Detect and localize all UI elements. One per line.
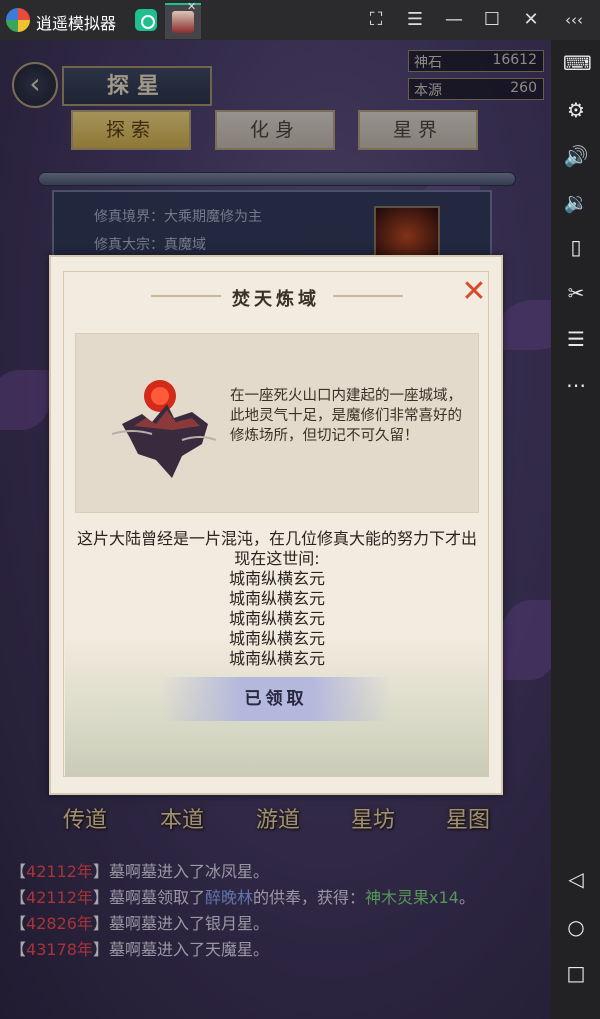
close-window-icon[interactable]: ✕	[519, 8, 543, 32]
home-icon[interactable]: ○	[563, 914, 589, 940]
list-icon[interactable]: ☰	[563, 326, 589, 352]
home-tab-icon[interactable]	[135, 9, 157, 31]
game-screen: ‹ 探星 神石 16612 本源 260 探索 化身 星界 修真境界：大乘期魔修…	[0, 40, 551, 1019]
emulator-sidebar: ⌨ ⚙ 🔊 🔉 ▯ ✂ ☰ ⋯ ◁ ○ □	[551, 40, 600, 1019]
keyboard-icon[interactable]: ⌨	[563, 50, 592, 76]
rotate-icon[interactable]: ▯	[563, 234, 589, 260]
volume-down-icon[interactable]: 🔉	[563, 189, 589, 215]
more-icon[interactable]: ⋯	[563, 372, 589, 398]
back-icon[interactable]: ◁	[563, 866, 589, 892]
modal-title: 焚天炼域	[232, 289, 320, 310]
reward-item: 城南纵横玄元	[228, 609, 325, 628]
tab-close-icon[interactable]: ✕	[187, 0, 196, 13]
menu-icon[interactable]: ☰	[403, 8, 427, 32]
description-box: 在一座死火山口内建起的一座城域，此地灵气十足，是魔修们非常喜好的修炼场所，但切记…	[75, 333, 479, 513]
volume-up-icon[interactable]: 🔊	[563, 143, 589, 169]
reward-item: 城南纵横玄元	[228, 589, 325, 608]
settings-icon[interactable]: ⚙	[563, 97, 589, 123]
maximize-icon[interactable]: ☐	[480, 8, 504, 32]
emulator-app-name: 逍遥模拟器	[36, 14, 117, 33]
reward-item: 城南纵横玄元	[228, 569, 325, 588]
claimed-button[interactable]: 已领取	[161, 677, 391, 721]
location-modal: 焚天炼域 ✕ 在一座死火山口内建起的一座城域，此地灵气十足，是魔修们非常喜好的修…	[49, 255, 503, 795]
collapse-sidebar-icon[interactable]: ‹‹‹	[562, 8, 586, 32]
screenshot-icon[interactable]: ⛶	[364, 8, 388, 32]
reward-item: 城南纵横玄元	[228, 629, 325, 648]
story-intro: 这片大陆曾经是一片混沌，在几位修真大能的努力下才出现在这世间:	[76, 529, 477, 568]
emulator-titlebar: 逍遥模拟器 ✕ ⛶ ☰ — ☐ ✕ ‹‹‹	[0, 0, 600, 40]
recents-icon[interactable]: □	[563, 960, 589, 986]
location-description: 在一座死火山口内建起的一座城域，此地灵气十足，是魔修们非常喜好的修炼场所，但切记…	[230, 388, 462, 444]
volcano-city-icon	[112, 380, 217, 478]
story-text-block: 这片大陆曾经是一片混沌，在几位修真大能的努力下才出现在这世间: 城南纵横玄元 城…	[75, 529, 479, 669]
minimize-icon[interactable]: —	[442, 8, 466, 32]
game-thumbnail-icon	[172, 11, 194, 33]
close-icon[interactable]: ✕	[459, 277, 489, 307]
scissors-icon[interactable]: ✂	[563, 280, 589, 306]
reward-item: 城南纵横玄元	[228, 649, 325, 668]
emulator-logo-icon	[6, 8, 30, 32]
